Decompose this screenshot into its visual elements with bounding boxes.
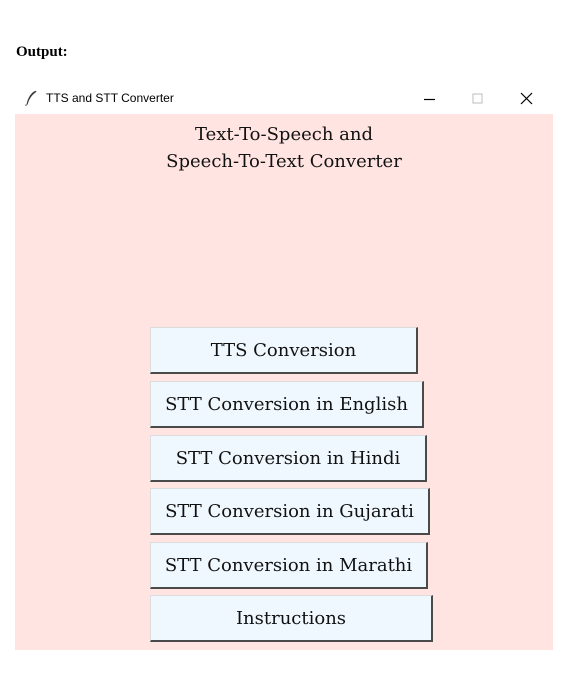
heading-line-2: Speech-To-Text Converter: [166, 151, 402, 172]
minimize-button[interactable]: [407, 83, 453, 114]
stt-marathi-button[interactable]: STT Conversion in Marathi: [150, 542, 428, 589]
stt-hindi-button[interactable]: STT Conversion in Hindi: [150, 435, 427, 482]
stt-gujarati-button[interactable]: STT Conversion in Gujarati: [150, 488, 430, 535]
output-caption: Output:: [16, 44, 68, 60]
close-button[interactable]: [503, 83, 549, 114]
title-bar[interactable]: TTS and STT Converter: [15, 83, 553, 114]
instructions-button[interactable]: Instructions: [150, 595, 433, 642]
app-window: TTS and STT Converter Text-To-Speech and…: [15, 83, 553, 650]
app-heading: Text-To-Speech and Speech-To-Text Conver…: [15, 121, 553, 175]
stt-english-button[interactable]: STT Conversion in English: [150, 381, 424, 428]
tts-conversion-button[interactable]: TTS Conversion: [150, 327, 418, 374]
heading-line-1: Text-To-Speech and: [194, 124, 373, 145]
window-title: TTS and STT Converter: [46, 91, 174, 105]
maximize-button: [455, 83, 501, 114]
minimize-icon: [424, 98, 435, 100]
close-icon: [520, 92, 532, 105]
app-client-area: Text-To-Speech and Speech-To-Text Conver…: [15, 114, 553, 650]
feather-icon: [25, 90, 37, 106]
maximize-icon: [472, 93, 483, 103]
